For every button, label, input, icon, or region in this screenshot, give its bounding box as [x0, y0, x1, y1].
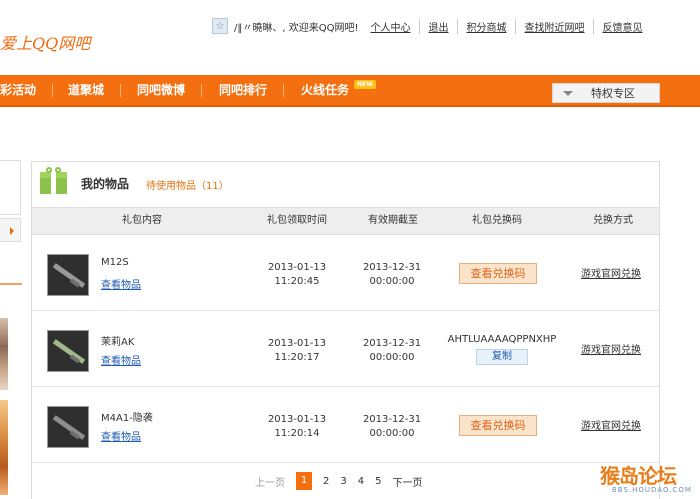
- table-row: M12S 查看物品 2013-01-13 11:20:45 2013-12-31 0…: [32, 235, 659, 311]
- expiry-time: 2013-12-31 00:00:00: [362, 414, 422, 439]
- page-3[interactable]: 3: [340, 476, 346, 487]
- col-redeem-method: 兑换方式: [593, 215, 633, 226]
- col-expiry: 有效期截至: [368, 215, 418, 226]
- sidebar-divider: [0, 283, 22, 285]
- nav-item-ranking[interactable]: 同吧排行: [219, 75, 267, 105]
- redeem-code: AHTLUAAAAQPPNXHP: [447, 334, 557, 345]
- watermark-url: BBS.HOUDAO.COM: [612, 486, 692, 494]
- expiry-time: 2013-12-31 00:00:00: [362, 338, 422, 363]
- item-name: 茉莉AK: [101, 337, 135, 348]
- star-icon: ☆: [212, 18, 228, 34]
- prev-page-button: 上一页: [255, 477, 285, 489]
- welcome-area: ☆ /‖〃曉晽、, 欢迎来QQ网吧! 个人中心 退出 积分商城 查找附近网吧 反…: [212, 17, 642, 35]
- nav-divider: [52, 84, 53, 97]
- pagination: 上一页 1 2 3 4 5 下一页: [255, 472, 434, 490]
- item-name: M12S: [101, 257, 129, 268]
- feedback-link[interactable]: 反馈意见: [593, 18, 642, 34]
- welcome-text: /‖〃曉晽、, 欢迎来QQ网吧!: [234, 22, 359, 34]
- rifle-icon: [52, 263, 86, 288]
- watermark-text: 猴岛论坛: [600, 464, 677, 488]
- redeem-link[interactable]: 游戏官网兑换: [581, 341, 641, 356]
- received-time: 2013-01-13 11:20:17: [267, 338, 327, 363]
- nav-item-weibo[interactable]: 同吧微博: [137, 75, 185, 105]
- nav-item-crossfire-tasks[interactable]: 火线任务: [301, 75, 349, 105]
- redeem-link[interactable]: 游戏官网兑换: [581, 417, 641, 432]
- table-row: M4A1-隐袭 查看物品 2013-01-13 11:20:14 2013-12-…: [32, 387, 659, 463]
- chevron-right-icon: [10, 227, 14, 235]
- find-nearby-cafe-link[interactable]: 查找附近网吧: [515, 18, 584, 34]
- view-code-button[interactable]: 查看兑换码: [459, 263, 537, 284]
- view-item-link[interactable]: 查看物品: [101, 428, 141, 443]
- redeem-link[interactable]: 游戏官网兑换: [581, 265, 641, 280]
- sidebar-image[interactable]: [0, 400, 8, 495]
- item-thumbnail: [47, 254, 89, 296]
- item-name: M4A1-隐袭: [101, 413, 153, 424]
- nav-divider: [201, 84, 202, 97]
- nav-divider: [283, 84, 284, 97]
- nav-divider: [120, 84, 121, 97]
- privilege-dropdown[interactable]: 特权专区: [552, 83, 660, 103]
- view-item-link[interactable]: 查看物品: [101, 352, 141, 367]
- next-page-button[interactable]: 下一页: [393, 474, 423, 489]
- item-thumbnail: [47, 406, 89, 448]
- chevron-down-icon: [563, 90, 573, 96]
- nav-item-daojucheng[interactable]: 道聚城: [68, 75, 104, 105]
- gift-icon: [40, 167, 67, 194]
- copy-button[interactable]: 复制: [476, 349, 528, 365]
- logout-link[interactable]: 退出: [419, 18, 448, 34]
- points-mall-link[interactable]: 积分商城: [457, 18, 506, 34]
- site-logo[interactable]: 爱上QQ网吧: [0, 30, 90, 54]
- col-received-time: 礼包领取时间: [267, 215, 327, 226]
- personal-center-link[interactable]: 个人中心: [370, 19, 410, 34]
- page-5[interactable]: 5: [375, 476, 381, 487]
- table-header: 礼包内容 礼包领取时间 有效期截至 礼包兑换码 兑换方式: [32, 207, 659, 235]
- view-item-link[interactable]: 查看物品: [101, 276, 141, 291]
- top-header: 爱上QQ网吧 ☆ /‖〃曉晽、, 欢迎来QQ网吧! 个人中心 退出 积分商城 查…: [0, 0, 700, 75]
- page-4[interactable]: 4: [358, 476, 364, 487]
- sidebar-box: [0, 160, 21, 215]
- rifle-icon: [52, 415, 86, 440]
- table-row: 茉莉AK 查看物品 2013-01-13 11:20:17 2013-12-31 0…: [32, 311, 659, 387]
- received-time: 2013-01-13 11:20:14: [267, 414, 327, 439]
- rifle-icon: [52, 339, 86, 364]
- nav-item-activities[interactable]: 彩活动: [0, 75, 36, 105]
- view-code-button[interactable]: 查看兑换码: [459, 415, 537, 436]
- panel-title: 我的物品: [81, 177, 130, 191]
- item-thumbnail: [47, 330, 89, 372]
- expiry-time: 2013-12-31 00:00:00: [362, 262, 422, 287]
- new-badge: NEW: [354, 80, 376, 89]
- col-gift-content: 礼包内容: [122, 215, 162, 226]
- page-1[interactable]: 1: [296, 472, 312, 490]
- pending-items-link[interactable]: 待使用物品（11）: [146, 177, 229, 192]
- privilege-label: 特权专区: [591, 87, 635, 100]
- received-time: 2013-01-13 11:20:45: [267, 262, 327, 287]
- sidebar-image[interactable]: [0, 318, 8, 390]
- col-code: 礼包兑换码: [472, 215, 522, 226]
- site-watermark: 猴岛论坛 BBS.HOUDAO.COM: [600, 460, 700, 499]
- page-2[interactable]: 2: [323, 476, 329, 487]
